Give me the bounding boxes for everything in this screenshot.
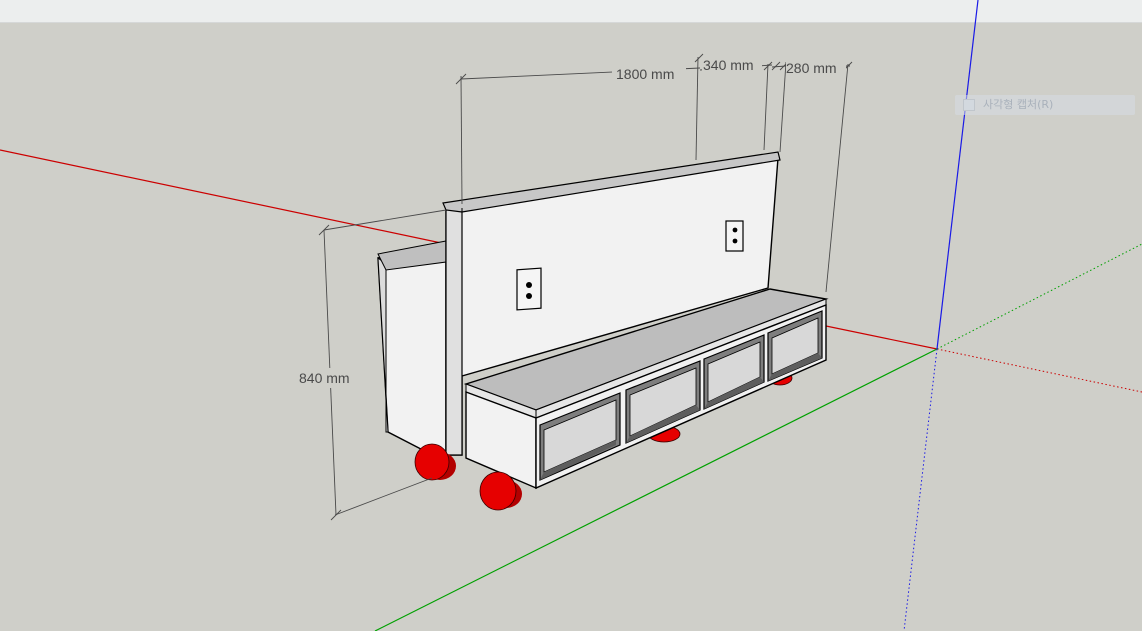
green-axis-dotted [936, 243, 1142, 350]
dimension-width-right: 280 mm [786, 60, 837, 76]
capture-hint-tooltip: 사각형 캡처(R) [955, 95, 1135, 115]
red-axis-solid-right [825, 325, 938, 350]
capture-rectangle-icon [963, 99, 975, 111]
blue-axis-solid [936, 0, 979, 350]
dimension-height: 840 mm [299, 370, 350, 386]
capture-hint-label: 사각형 캡처(R) [983, 98, 1054, 111]
blue-axis-dotted [903, 348, 938, 631]
red-axis-solid [0, 149, 447, 245]
left-cabinet-side [377, 256, 389, 433]
power-outlet-right [725, 220, 744, 252]
dimension-width-total: 1800 mm [616, 66, 674, 82]
red-axis-dotted [936, 348, 1142, 393]
power-outlet-left [516, 267, 542, 311]
modeling-viewport[interactable]: 1800 mm 340 mm 280 mm 840 mm 사각형 캡처(R) [0, 0, 1142, 631]
back-panel-side [445, 205, 463, 456]
dimension-width-middle: 340 mm [703, 57, 754, 73]
